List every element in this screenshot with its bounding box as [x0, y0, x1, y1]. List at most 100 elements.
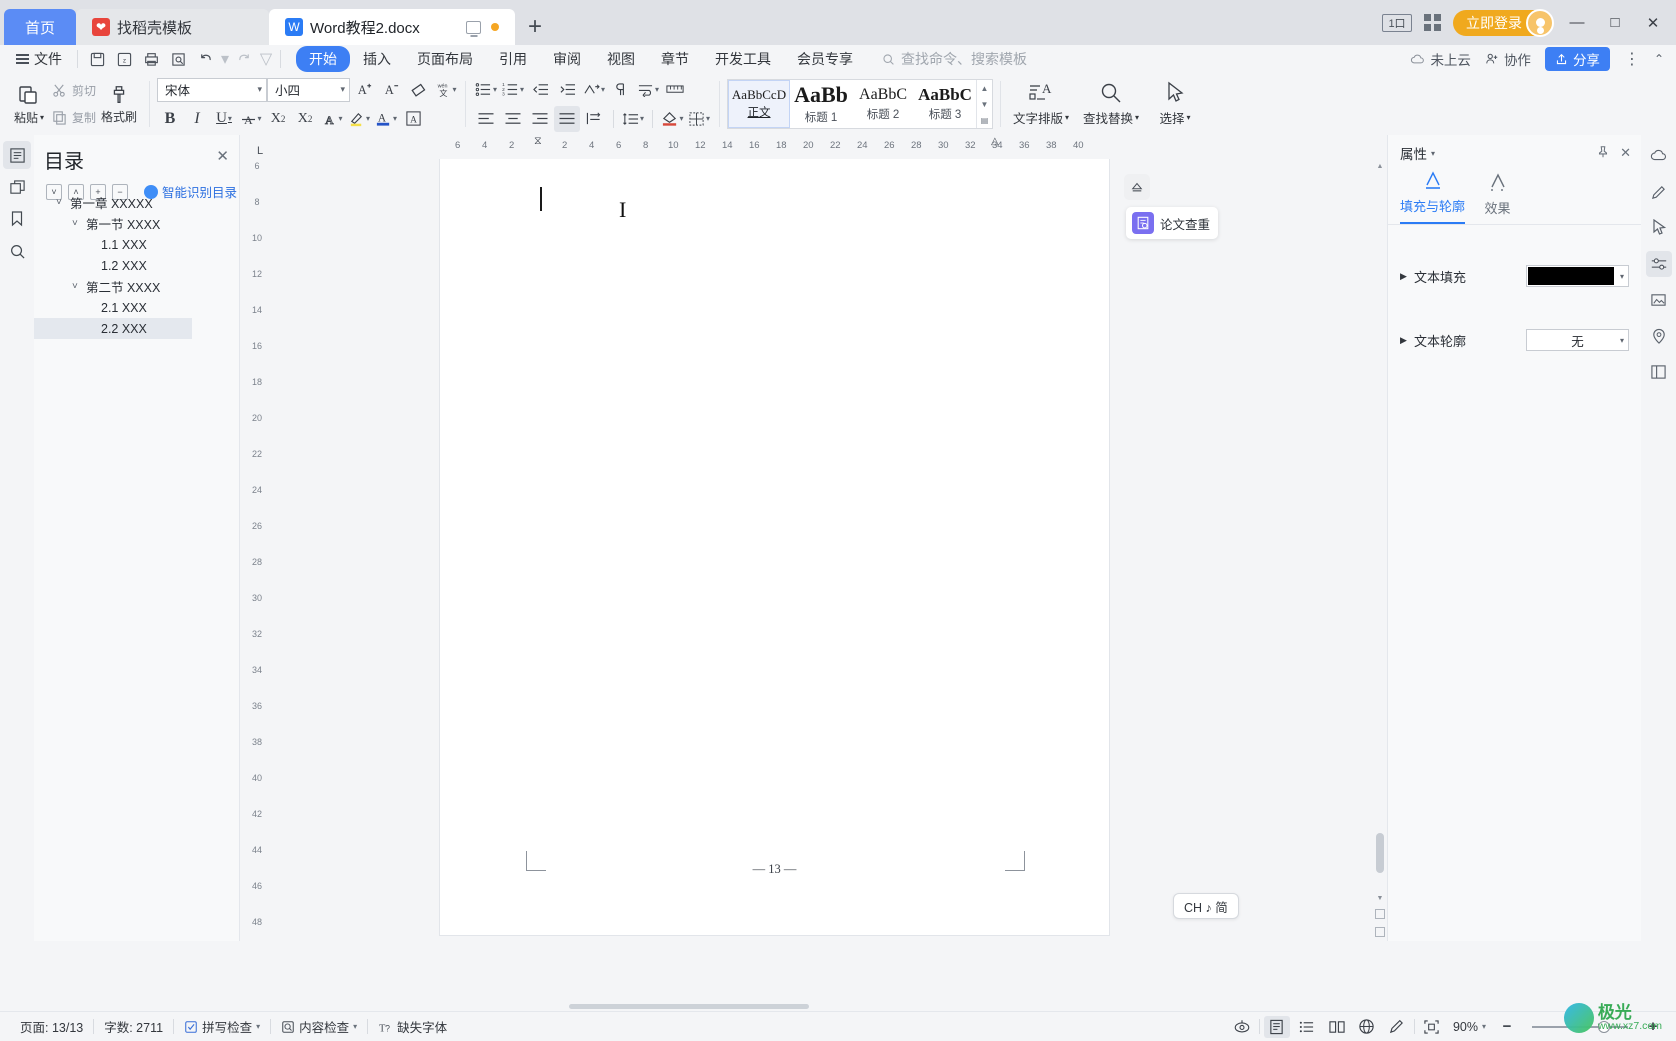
- line-spacing-button[interactable]: ▾: [620, 106, 646, 132]
- save-as-icon[interactable]: z: [112, 47, 137, 71]
- rail-bookmark-icon[interactable]: [3, 205, 31, 233]
- page-count-badge[interactable]: 1口: [1382, 13, 1412, 32]
- rail-cloud-icon[interactable]: [1646, 143, 1672, 169]
- avatar[interactable]: [1526, 8, 1554, 37]
- more-options-icon[interactable]: ⋮: [1624, 49, 1640, 69]
- grid-lines-button[interactable]: [662, 77, 688, 103]
- share-button[interactable]: 分享: [1544, 47, 1610, 71]
- text-fill-color-picker[interactable]: ▾: [1526, 265, 1629, 287]
- grid-apps-icon[interactable]: [1424, 14, 1441, 31]
- chevron-down-icon[interactable]: ▾: [1482, 1022, 1486, 1031]
- rail-align-icon[interactable]: [1645, 251, 1672, 277]
- missing-font-button[interactable]: T? 缺失字体: [368, 1016, 457, 1038]
- triangle-right-icon[interactable]: ▶: [1400, 335, 1414, 346]
- tab-chapter[interactable]: 章节: [648, 46, 702, 72]
- tab-fill-and-outline[interactable]: 填充与轮廓: [1400, 169, 1465, 224]
- clear-format-button[interactable]: [405, 77, 431, 103]
- select-button[interactable]: 选择 ▾: [1148, 76, 1202, 132]
- chevron-down-icon[interactable]: ▾: [1431, 149, 1435, 158]
- rail-outline-icon[interactable]: [3, 141, 31, 169]
- superscript-button[interactable]: X2: [265, 106, 291, 132]
- document-horizontal-scrollbar[interactable]: [269, 1001, 1387, 1011]
- tab-review[interactable]: 审阅: [540, 46, 594, 72]
- scroll-down-icon[interactable]: ▼: [981, 100, 989, 109]
- web-view-button[interactable]: [1354, 1016, 1380, 1038]
- chevron-down-icon[interactable]: ˅: [72, 281, 86, 292]
- font-color-button[interactable]: A ▾: [373, 106, 399, 132]
- next-page-icon[interactable]: [1375, 927, 1385, 937]
- minimize-button[interactable]: —: [1564, 10, 1590, 36]
- properties-close-icon[interactable]: ✕: [1620, 145, 1631, 161]
- scroll-up-icon[interactable]: ▲: [1373, 159, 1387, 173]
- italic-button[interactable]: I: [184, 106, 210, 132]
- pin-icon[interactable]: [1596, 145, 1610, 162]
- login-button[interactable]: 立即登录: [1453, 8, 1554, 37]
- status-word-count[interactable]: 字数: 2711: [94, 1016, 173, 1038]
- style-heading-3[interactable]: AaBbC 标题 3: [914, 80, 976, 128]
- tab-dev-tools[interactable]: 开发工具: [702, 46, 784, 72]
- shading-button[interactable]: ▾: [659, 106, 685, 132]
- toc-item-2-1[interactable]: 2.1 XXX: [46, 297, 239, 318]
- scroll-up-icon[interactable]: ▲: [981, 84, 989, 93]
- highlight-button[interactable]: ▾: [346, 106, 372, 132]
- print-preview-icon[interactable]: [166, 47, 191, 71]
- vertical-ruler[interactable]: 6 8 10 12 14 16 18 20 22 24 26 28 30 32 …: [245, 135, 269, 941]
- file-menu-button[interactable]: 文件: [8, 47, 70, 71]
- chevron-down-icon[interactable]: ▾: [256, 1022, 260, 1031]
- chevron-down-icon[interactable]: ˅: [72, 218, 86, 229]
- tab-home[interactable]: 首页: [4, 9, 76, 45]
- fit-page-button[interactable]: [1419, 1016, 1445, 1038]
- tab-insert[interactable]: 插入: [350, 46, 404, 72]
- bold-button[interactable]: B: [157, 106, 183, 132]
- document-page[interactable]: I — 13 —: [440, 159, 1109, 935]
- text-effects-button[interactable]: A ▾: [319, 106, 345, 132]
- text-layout-button[interactable]: A 文字排版 ▾: [1008, 76, 1074, 132]
- reading-view-button[interactable]: [1324, 1016, 1350, 1038]
- undo-icon[interactable]: [193, 47, 218, 71]
- content-check-button[interactable]: 内容检查 ▾: [271, 1016, 367, 1038]
- rail-thumbnail-icon[interactable]: [3, 173, 31, 201]
- styles-scroll-controls[interactable]: ▲ ▼ ▤: [976, 80, 992, 128]
- font-family-select[interactable]: 宋体 ▾: [157, 77, 268, 102]
- rail-image-icon[interactable]: [1646, 287, 1672, 313]
- text-outline-select[interactable]: 无 ▾: [1526, 329, 1629, 351]
- format-painter-button[interactable]: 格式刷: [96, 76, 142, 132]
- ime-status-widget[interactable]: CH ♪ 简: [1173, 893, 1239, 919]
- sort-button[interactable]: ▾: [581, 77, 607, 103]
- right-indent-marker[interactable]: △: [991, 136, 999, 147]
- distribute-button[interactable]: [581, 106, 607, 132]
- focus-mode-icon[interactable]: [1229, 1016, 1255, 1038]
- align-left-button[interactable]: [473, 106, 499, 132]
- zoom-out-button[interactable]: −: [1494, 1016, 1520, 1038]
- subscript-button[interactable]: X2: [292, 106, 318, 132]
- scrollbar-thumb[interactable]: [1376, 833, 1384, 873]
- hscroll-thumb[interactable]: [569, 1004, 809, 1009]
- copy-button[interactable]: 复制: [52, 106, 96, 130]
- align-center-button[interactable]: [500, 106, 526, 132]
- character-border-button[interactable]: A: [400, 106, 426, 132]
- new-tab-button[interactable]: +: [515, 9, 555, 45]
- print-icon[interactable]: [139, 47, 164, 71]
- underline-button[interactable]: U ▾: [211, 106, 237, 132]
- page-view-button[interactable]: [1263, 1015, 1290, 1038]
- redo-icon[interactable]: [232, 47, 257, 71]
- horizontal-ruler[interactable]: L 6 4 2 2 4 6 8 10 12 14 16 18 20 22 24 …: [257, 135, 1387, 159]
- paper-check-widget[interactable]: 论文查重: [1126, 207, 1218, 239]
- bullet-list-button[interactable]: ▾: [473, 77, 499, 103]
- tab-effects[interactable]: 效果: [1465, 171, 1530, 224]
- prev-page-icon[interactable]: [1375, 909, 1385, 919]
- justify-button[interactable]: [554, 105, 581, 132]
- edit-view-button[interactable]: [1384, 1016, 1410, 1038]
- spell-check-button[interactable]: 拼写检查 ▾: [174, 1016, 270, 1038]
- tab-find-template[interactable]: ❤ 找稻壳模板: [76, 9, 269, 45]
- cut-button[interactable]: 剪切: [52, 79, 96, 103]
- decrease-font-size-button[interactable]: A: [378, 77, 404, 103]
- rail-pen-icon[interactable]: [1646, 179, 1672, 205]
- customize-toolbar-icon[interactable]: ▽: [259, 47, 273, 71]
- rail-location-icon[interactable]: [1646, 323, 1672, 349]
- line-break-button[interactable]: ▾: [635, 77, 661, 103]
- triangle-right-icon[interactable]: ▶: [1400, 271, 1414, 282]
- maximize-button[interactable]: □: [1602, 10, 1628, 36]
- close-button[interactable]: ✕: [1640, 10, 1666, 36]
- pinyin-guide-button[interactable]: wén 文 ▾: [432, 77, 458, 103]
